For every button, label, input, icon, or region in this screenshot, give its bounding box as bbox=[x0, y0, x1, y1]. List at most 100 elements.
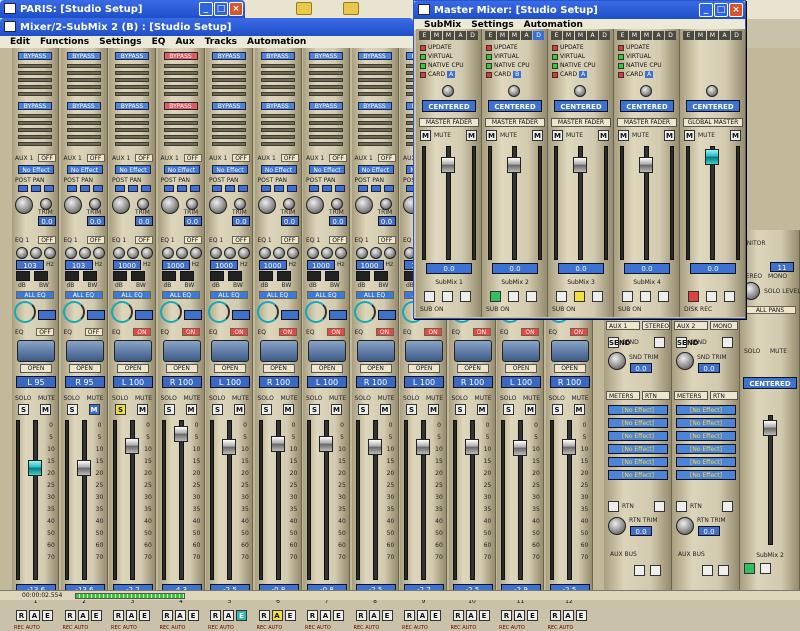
eq-freq-knob[interactable] bbox=[30, 247, 42, 259]
insert-slot[interactable] bbox=[309, 71, 343, 75]
centered-button[interactable]: CENTERED bbox=[743, 377, 797, 389]
insert-slot[interactable] bbox=[18, 92, 52, 96]
insert-slot[interactable] bbox=[115, 71, 149, 75]
insert-slot[interactable] bbox=[309, 128, 343, 132]
insert-slot[interactable] bbox=[115, 121, 149, 125]
mute-button[interactable]: M bbox=[40, 404, 51, 415]
insert-slot[interactable] bbox=[357, 135, 392, 139]
insert-slot[interactable] bbox=[163, 92, 198, 96]
pan-knob[interactable] bbox=[574, 85, 586, 97]
e-button[interactable]: E bbox=[333, 610, 344, 621]
a-button[interactable]: A bbox=[271, 610, 283, 621]
solo-button[interactable]: S bbox=[66, 404, 78, 415]
aux-route-toggle[interactable] bbox=[189, 185, 200, 192]
insert-slot[interactable] bbox=[357, 128, 392, 132]
emmad-button[interactable]: D bbox=[731, 31, 742, 40]
eq-q-knob[interactable] bbox=[44, 247, 56, 259]
all-eq-button[interactable]: ALL EQ bbox=[258, 291, 297, 299]
bypass-button[interactable]: BYPASS bbox=[18, 52, 52, 60]
fx-slot[interactable]: [No Effect] bbox=[676, 444, 736, 454]
eq-level-ring[interactable] bbox=[208, 301, 230, 323]
insert-slot[interactable] bbox=[115, 64, 149, 68]
aux-route-toggle[interactable] bbox=[115, 185, 125, 192]
insert-slot[interactable] bbox=[260, 121, 295, 125]
aux-route-toggle[interactable] bbox=[31, 185, 41, 192]
aux-send-knob[interactable] bbox=[160, 196, 179, 214]
pan-knob[interactable] bbox=[442, 85, 454, 97]
eq-q-knob[interactable] bbox=[286, 247, 299, 259]
aux-route-toggle[interactable] bbox=[141, 185, 151, 192]
solo-button[interactable]: S bbox=[260, 404, 272, 415]
aux-off-button[interactable]: OFF bbox=[86, 154, 105, 162]
pan-display[interactable]: R 100 bbox=[452, 376, 493, 388]
insert-slot[interactable] bbox=[309, 78, 343, 82]
solo-button[interactable]: S bbox=[551, 404, 563, 415]
insert-slot[interactable] bbox=[309, 142, 343, 146]
insert-slot[interactable] bbox=[18, 128, 52, 132]
m-button[interactable] bbox=[722, 337, 733, 348]
m-button[interactable]: M bbox=[684, 130, 695, 141]
pan-display[interactable]: L 100 bbox=[404, 376, 444, 388]
fx-slot[interactable]: [No Effect] bbox=[676, 418, 736, 428]
bypass-button[interactable]: BYPASS bbox=[163, 52, 198, 60]
insert-slot[interactable] bbox=[309, 85, 343, 89]
eq-open-button[interactable]: OPEN bbox=[408, 364, 440, 373]
fx-slot[interactable]: [No Effect] bbox=[608, 444, 668, 454]
insert-slot[interactable] bbox=[163, 64, 198, 68]
a-button[interactable] bbox=[702, 565, 713, 576]
a-button[interactable]: A bbox=[174, 610, 186, 621]
eq-open-button[interactable]: OPEN bbox=[456, 364, 489, 373]
m-button[interactable]: M bbox=[486, 130, 497, 141]
eq1-off-button[interactable]: OFF bbox=[232, 236, 250, 244]
fader-cap[interactable] bbox=[441, 157, 455, 173]
a-button[interactable]: A bbox=[320, 610, 331, 621]
eq-state-button[interactable]: OFF bbox=[36, 328, 54, 336]
insert-slot[interactable] bbox=[66, 71, 101, 75]
insert-slot[interactable] bbox=[357, 92, 392, 96]
r-button[interactable]: R bbox=[549, 610, 561, 621]
eq-gain-knob[interactable] bbox=[355, 247, 368, 259]
fx-slot[interactable]: [No Effect] bbox=[676, 470, 736, 480]
eq1-off-button[interactable]: OFF bbox=[183, 236, 202, 244]
e-button[interactable]: E bbox=[187, 610, 199, 621]
option-update[interactable]: UPDATE bbox=[420, 44, 452, 51]
aux-effect-display[interactable]: No Effect bbox=[260, 165, 297, 174]
pan-display[interactable]: R 100 bbox=[258, 376, 299, 388]
r-button[interactable]: R bbox=[404, 610, 415, 621]
insert-slot[interactable] bbox=[163, 135, 198, 139]
option-native[interactable]: NATIVE CPU bbox=[420, 62, 464, 69]
eq1-off-button[interactable]: OFF bbox=[86, 236, 105, 244]
aux-route-toggle[interactable] bbox=[260, 185, 271, 192]
r-button[interactable]: R bbox=[452, 610, 464, 621]
solo-button[interactable]: S bbox=[212, 404, 223, 415]
m-button[interactable]: M bbox=[618, 130, 629, 141]
eq-freq-knob[interactable] bbox=[175, 247, 188, 259]
aux-send-knob[interactable] bbox=[306, 196, 324, 214]
bypass-button[interactable]: BYPASS bbox=[309, 102, 343, 110]
m-button[interactable] bbox=[654, 501, 665, 512]
r-button[interactable] bbox=[744, 563, 755, 574]
e-button[interactable]: E bbox=[284, 610, 296, 621]
r-button[interactable]: R bbox=[258, 610, 270, 621]
option-update[interactable]: UPDATE bbox=[618, 44, 650, 51]
fader-cap[interactable] bbox=[76, 459, 91, 476]
emmad-button[interactable]: M bbox=[431, 31, 442, 40]
centered-button[interactable]: CENTERED bbox=[554, 100, 608, 112]
eq-gain-knob[interactable] bbox=[307, 247, 319, 259]
eq-gain-knob[interactable] bbox=[113, 247, 125, 259]
aux-send-knob[interactable] bbox=[15, 196, 33, 214]
emmad-button[interactable]: M bbox=[443, 31, 454, 40]
e-button[interactable] bbox=[526, 291, 537, 302]
bypass-button[interactable]: BYPASS bbox=[309, 52, 343, 60]
m-button[interactable] bbox=[654, 337, 665, 348]
option-card[interactable]: CARD A bbox=[552, 71, 588, 78]
e-button[interactable]: E bbox=[236, 610, 247, 621]
minimize-icon[interactable]: _ bbox=[199, 2, 213, 16]
all-eq-button[interactable]: ALL EQ bbox=[64, 291, 103, 299]
mute-button[interactable]: M bbox=[428, 404, 439, 415]
r-button[interactable]: R bbox=[161, 610, 173, 621]
eq-freq-knob[interactable] bbox=[127, 247, 139, 259]
aux-route-toggle[interactable] bbox=[273, 185, 284, 192]
bypass-button[interactable]: BYPASS bbox=[357, 52, 392, 60]
folder-icon[interactable] bbox=[343, 2, 359, 15]
